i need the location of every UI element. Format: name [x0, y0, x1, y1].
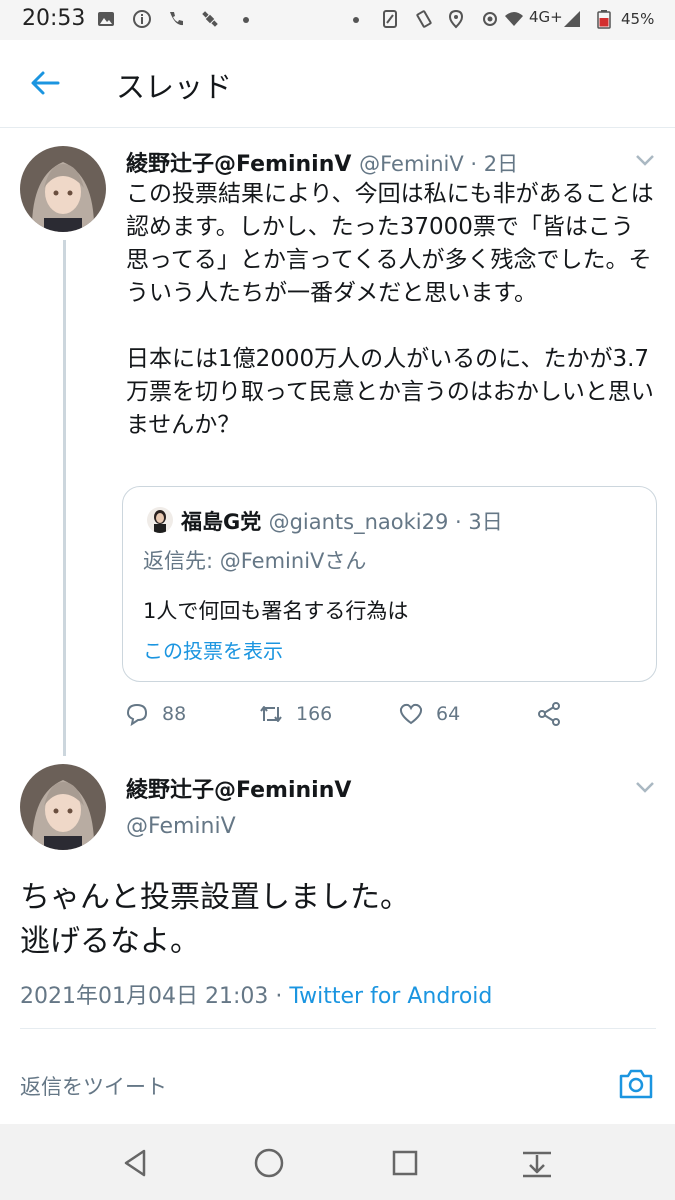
nfc-icon — [383, 10, 397, 28]
quote-avatar — [147, 507, 173, 533]
tweet-text: ちゃんと投票設置しました。 逃げるなよ。 — [20, 880, 410, 959]
retweet-count: 166 — [296, 703, 333, 725]
status-bar: 20:53 4G+ 45% — [0, 0, 675, 40]
system-nav-bar — [0, 1124, 675, 1200]
author-name[interactable]: 綾野辻子@FemininV — [126, 772, 351, 804]
satellite-icon — [202, 11, 218, 27]
avatar[interactable] — [20, 764, 106, 850]
call-icon — [170, 12, 183, 26]
author-name[interactable]: 綾野辻子@FemininV @FeminiV · 2日 — [126, 146, 518, 178]
author-handle[interactable]: @FeminiV — [126, 814, 236, 839]
reply-count: 88 — [162, 703, 187, 725]
page-title: スレッド — [116, 70, 233, 104]
share-button[interactable] — [536, 698, 562, 730]
camera-icon[interactable] — [618, 1067, 654, 1101]
battery-level: 45% — [621, 10, 655, 28]
reply-button[interactable]: 88 — [124, 698, 186, 730]
info-icon — [133, 10, 151, 28]
divider — [20, 1028, 656, 1029]
quote-text: 1人で何回も署名する行為は — [143, 599, 409, 623]
show-poll-link[interactable]: この投票を表示 — [143, 635, 283, 664]
nav-keyboard-hide-icon[interactable] — [520, 1146, 554, 1180]
vibrate-icon — [416, 10, 432, 28]
location-icon — [448, 9, 464, 29]
author-meta: @FeminiV · 2日 — [359, 152, 519, 176]
reply-input[interactable]: 返信をツイート — [20, 1071, 167, 1101]
chevron-down-icon[interactable] — [634, 153, 656, 167]
quoted-tweet[interactable]: 福島G党 @giants_naoki29 · 3日 返信先: @FeminiVさ… — [122, 486, 657, 682]
client-link[interactable]: Twitter for Android — [289, 984, 492, 1009]
wifi-icon — [505, 12, 523, 26]
quote-meta: @giants_naoki29 · 3日 — [268, 510, 503, 534]
nav-recents-icon[interactable] — [388, 1146, 422, 1180]
like-count: 64 — [436, 703, 461, 725]
hotspot-icon — [483, 12, 497, 26]
thread-line — [63, 240, 66, 756]
network-type: 4G+ — [529, 8, 563, 26]
quote-reply-to: 返信先: @FeminiVさん — [143, 549, 367, 573]
avatar[interactable] — [20, 146, 106, 232]
notification-dot-icon — [353, 17, 359, 23]
app-header: スレッド — [0, 40, 675, 128]
retweet-button[interactable]: 166 — [258, 698, 332, 730]
heart-icon — [399, 703, 423, 725]
like-button[interactable]: 64 — [398, 698, 460, 730]
nav-home-icon[interactable] — [252, 1146, 286, 1180]
back-arrow-icon[interactable] — [28, 66, 62, 100]
retweet-icon — [260, 706, 282, 722]
tweet-text: この投票結果により、今回は私にも非があることは認めます。しかし、たった37000… — [126, 181, 654, 438]
reply-composer: 返信をツイート — [0, 1045, 675, 1125]
tweet-timestamp: 2021年01月04日 21:03 · Twitter for Android — [20, 984, 493, 1009]
chevron-down-icon[interactable] — [634, 780, 656, 794]
more-dot-icon — [243, 17, 249, 23]
gallery-icon — [98, 12, 114, 26]
quote-author: 福島G党 @giants_naoki29 · 3日 — [181, 510, 503, 534]
tweet-actions: 88 166 64 — [124, 698, 604, 730]
signal-icon — [564, 11, 580, 27]
share-icon — [538, 702, 560, 726]
reply-icon — [126, 703, 148, 727]
nav-back-icon[interactable] — [118, 1146, 152, 1180]
status-time: 20:53 — [22, 6, 86, 31]
battery-icon — [597, 10, 611, 29]
